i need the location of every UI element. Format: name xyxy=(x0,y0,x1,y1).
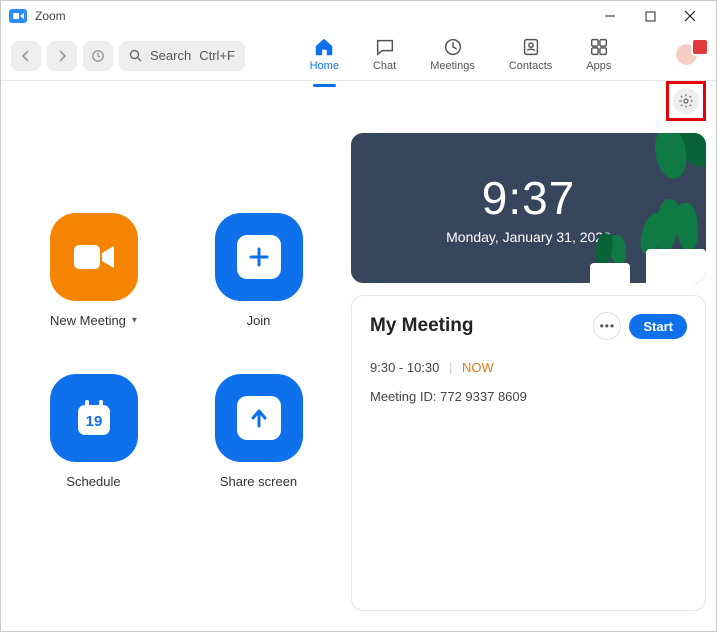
meeting-card: My Meeting ••• Start 9:30 - 10:30 | NOW … xyxy=(351,295,706,611)
history-button[interactable] xyxy=(83,41,113,71)
main-tabs: Home Chat Meetings Contacts Apps xyxy=(251,36,670,76)
svg-text:19: 19 xyxy=(85,413,102,430)
calendar-icon: 19 xyxy=(69,393,119,443)
separator: | xyxy=(449,360,452,375)
plant-decoration xyxy=(576,229,636,283)
action-label: Join xyxy=(247,313,271,328)
meeting-id-label: Meeting ID: xyxy=(370,389,436,404)
side-panel: 9:37 Monday, January 31, 2022 My Meeting… xyxy=(351,133,706,611)
action-label: New Meeting xyxy=(50,313,126,328)
search-placeholder: Search xyxy=(150,48,191,63)
main-content: New Meeting ▾ Join xyxy=(1,121,716,631)
tab-chat[interactable]: Chat xyxy=(373,36,396,76)
maximize-button[interactable] xyxy=(630,2,670,30)
arrow-up-icon xyxy=(247,406,271,430)
clock-icon xyxy=(442,36,464,58)
tab-label: Chat xyxy=(373,60,396,72)
tab-home[interactable]: Home xyxy=(310,36,339,76)
schedule-action[interactable]: 19 Schedule xyxy=(21,374,166,489)
settings-button[interactable] xyxy=(673,88,699,114)
contacts-icon xyxy=(520,36,542,58)
plus-icon xyxy=(247,245,271,269)
plant-decoration xyxy=(632,189,706,283)
meeting-id-row: Meeting ID: 772 9337 8609 xyxy=(370,389,687,404)
start-meeting-button[interactable]: Start xyxy=(629,314,687,339)
clock-time: 9:37 xyxy=(482,171,576,225)
share-tile xyxy=(215,374,303,462)
settings-highlight xyxy=(666,81,706,121)
tab-meetings[interactable]: Meetings xyxy=(430,36,475,76)
meeting-id-value: 772 9337 8609 xyxy=(440,389,527,404)
tab-contacts[interactable]: Contacts xyxy=(509,36,552,76)
join-action[interactable]: Join xyxy=(186,213,331,328)
home-icon xyxy=(313,36,335,58)
toolbar: Search Ctrl+F Home Chat Meetings Contact… xyxy=(1,31,716,81)
search-input[interactable]: Search Ctrl+F xyxy=(119,41,245,71)
schedule-tile: 19 xyxy=(50,374,138,462)
new-meeting-tile xyxy=(50,213,138,301)
meeting-now-label: NOW xyxy=(462,360,494,375)
share-screen-action[interactable]: Share screen xyxy=(186,374,331,489)
quick-actions: New Meeting ▾ Join xyxy=(11,133,331,611)
subbar xyxy=(1,81,716,121)
new-meeting-action[interactable]: New Meeting ▾ xyxy=(21,213,166,328)
meeting-title: My Meeting xyxy=(370,315,585,337)
meeting-time-range: 9:30 - 10:30 xyxy=(370,360,439,375)
video-icon xyxy=(70,239,118,275)
meeting-time-row: 9:30 - 10:30 | NOW xyxy=(370,360,687,375)
apps-icon xyxy=(588,36,610,58)
gear-icon xyxy=(678,93,694,109)
tab-label: Meetings xyxy=(430,60,475,72)
tab-label: Apps xyxy=(586,60,611,72)
titlebar: Zoom xyxy=(1,1,716,31)
ellipsis-icon: ••• xyxy=(600,319,616,333)
tab-apps[interactable]: Apps xyxy=(586,36,611,76)
zoom-app-icon xyxy=(9,9,27,23)
join-tile xyxy=(215,213,303,301)
profile-avatar[interactable] xyxy=(676,41,706,71)
chevron-down-icon[interactable]: ▾ xyxy=(132,315,137,326)
nav-back-button[interactable] xyxy=(11,41,41,71)
clock-card: 9:37 Monday, January 31, 2022 xyxy=(351,133,706,283)
tab-label: Contacts xyxy=(509,60,552,72)
action-label: Share screen xyxy=(220,474,297,489)
search-icon xyxy=(129,49,142,62)
search-shortcut: Ctrl+F xyxy=(199,48,235,63)
chat-icon xyxy=(374,36,396,58)
nav-forward-button[interactable] xyxy=(47,41,77,71)
minimize-button[interactable] xyxy=(590,2,630,30)
window-title: Zoom xyxy=(35,9,66,23)
tab-label: Home xyxy=(310,60,339,72)
meeting-more-button[interactable]: ••• xyxy=(593,312,621,340)
close-button[interactable] xyxy=(670,2,710,30)
action-label: Schedule xyxy=(66,474,120,489)
